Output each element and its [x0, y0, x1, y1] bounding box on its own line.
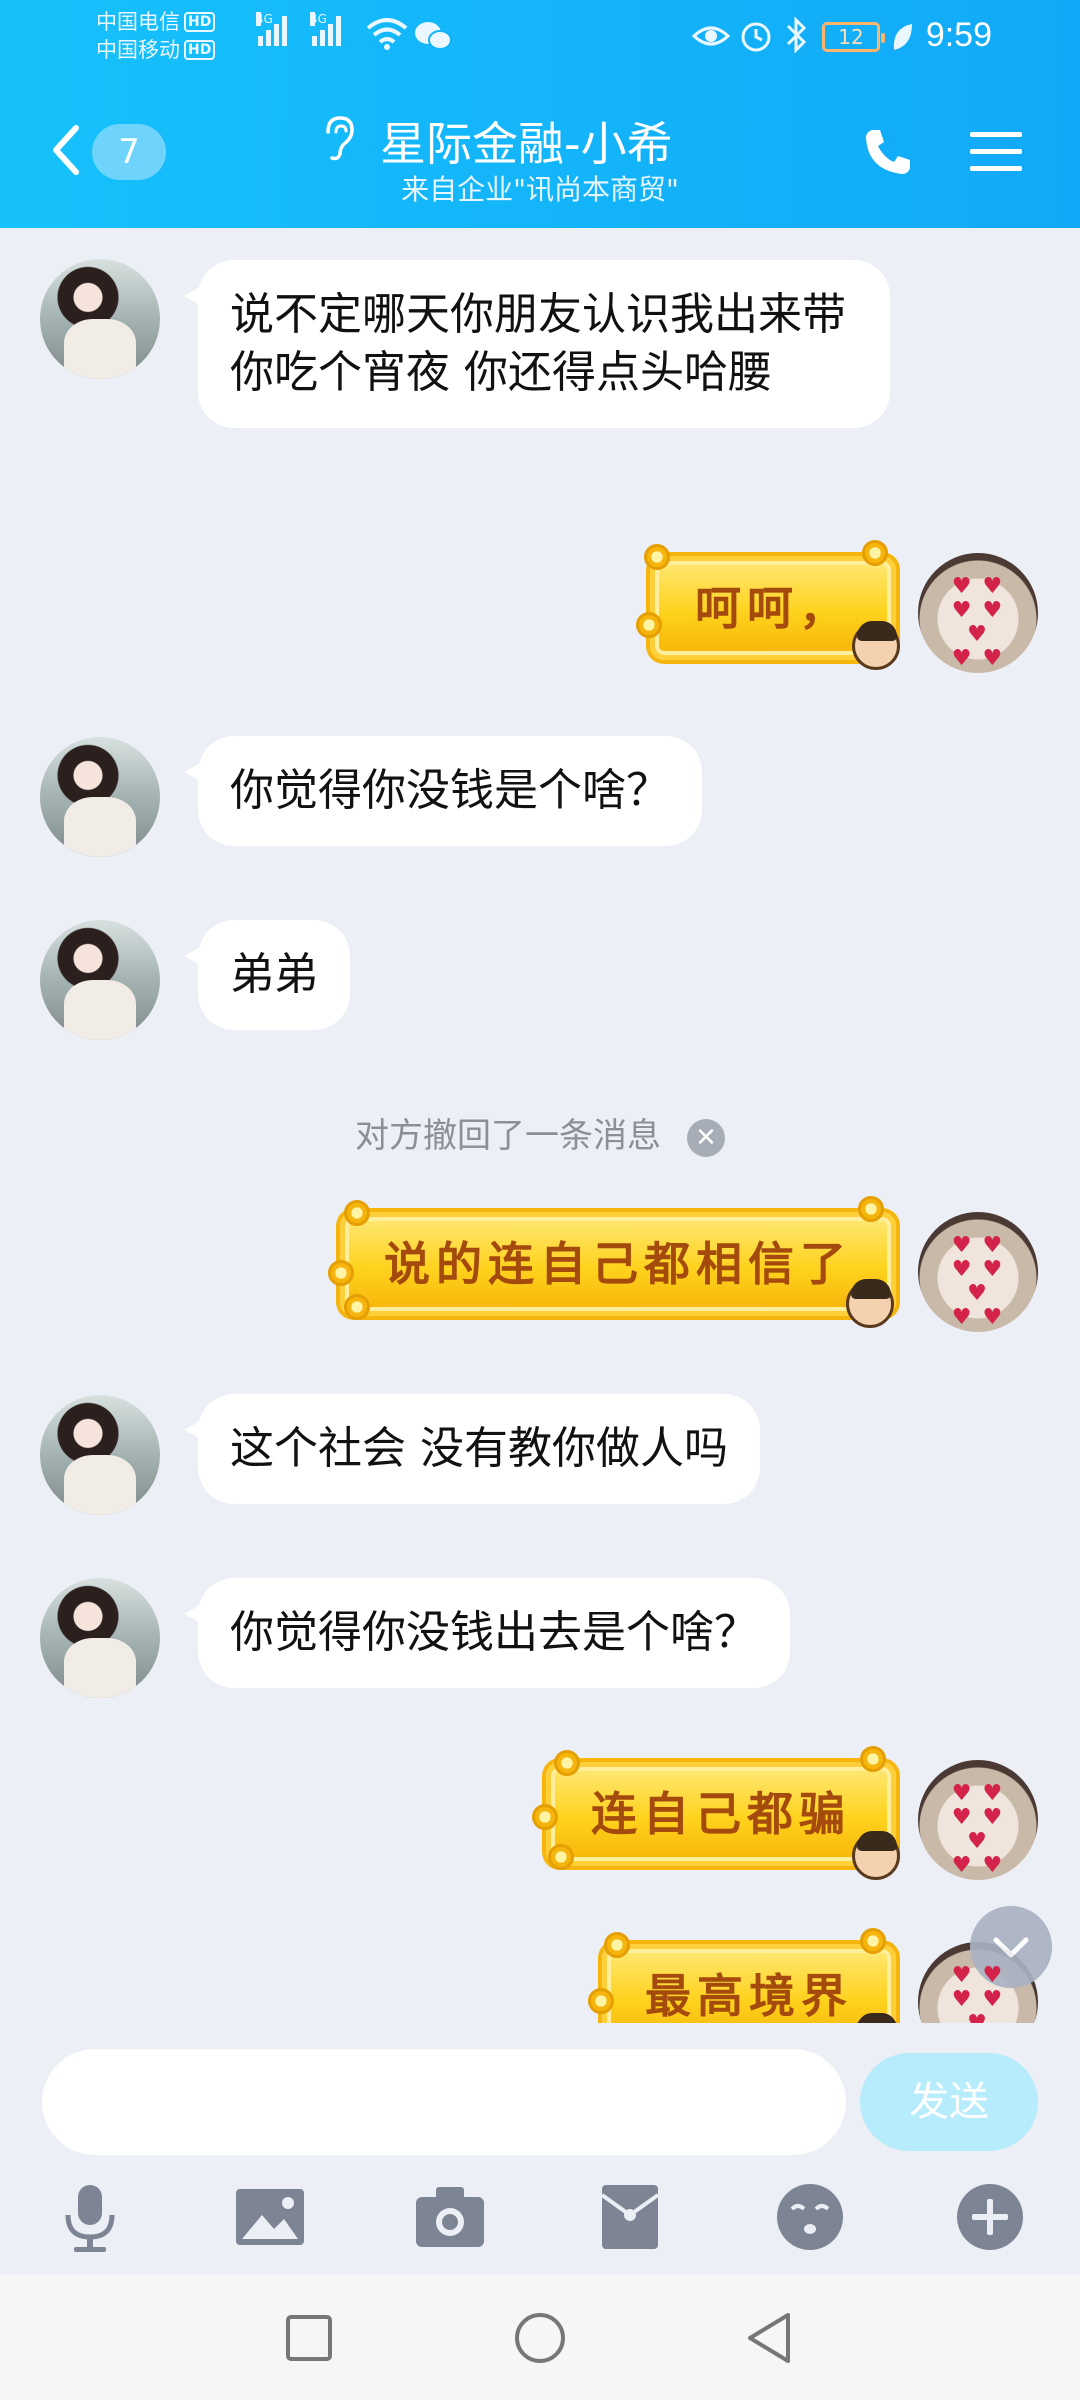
contact-avatar[interactable]	[40, 737, 160, 857]
my-avatar[interactable]: ♥ ♥♥ ♥ ♥♥ ♥	[918, 1760, 1038, 1880]
honeycomb-decoration	[860, 1746, 886, 1772]
honeycomb-decoration	[604, 1932, 630, 1958]
eye-icon	[692, 26, 730, 46]
camera-icon[interactable]	[414, 2181, 486, 2253]
honeycomb-decoration	[644, 544, 670, 570]
carrier-info: 中国电信 HD 中国移动 HD	[96, 8, 216, 64]
hd-badge: HD	[184, 40, 216, 60]
sticker-message[interactable]: 呵呵，	[636, 540, 910, 672]
sticker-message[interactable]: 说的连自己都相信了	[326, 1196, 910, 1338]
carrier-2: 中国移动	[96, 38, 180, 62]
alarm-icon	[741, 22, 771, 52]
network-type: 4G	[256, 12, 273, 26]
sticker-message[interactable]: 连自己都骗	[532, 1746, 912, 1888]
sticker-text: 最高境界	[602, 1944, 896, 2023]
honeycomb-decoration	[858, 1196, 884, 1222]
battery-level: 12	[838, 25, 864, 49]
hearts-decoration: ♥ ♥♥ ♥ ♥♥ ♥	[951, 1781, 1005, 1878]
bluetooth-icon	[786, 16, 807, 54]
sticker-message[interactable]: 最高境界	[588, 1928, 912, 2023]
wifi-icon	[366, 18, 408, 50]
hearts-decoration: ♥ ♥♥ ♥ ♥♥ ♥	[951, 574, 1005, 671]
microphone-icon[interactable]	[54, 2181, 126, 2253]
message-bubble[interactable]: 你觉得你没钱是个啥？	[184, 736, 702, 846]
honeycomb-decoration	[344, 1294, 370, 1320]
contact-avatar[interactable]	[40, 259, 160, 379]
contact-avatar[interactable]	[40, 1395, 160, 1515]
image-icon[interactable]	[234, 2181, 306, 2253]
signal-icon: 4G	[310, 12, 341, 46]
status-bar: 中国电信 HD 中国移动 HD 4G 4G 12 9:59	[0, 0, 1080, 78]
plus-icon[interactable]	[954, 2181, 1026, 2253]
honeycomb-decoration	[862, 540, 888, 566]
input-area: 发送	[0, 2023, 1080, 2275]
send-button[interactable]: 发送	[860, 2053, 1038, 2151]
system-navigation-bar	[0, 2275, 1080, 2400]
sticker-text: 说的连自己都相信了	[340, 1212, 896, 1316]
emoji-icon[interactable]	[774, 2181, 846, 2253]
honeycomb-decoration	[328, 1260, 354, 1286]
my-avatar[interactable]: ♥ ♥♥ ♥ ♥♥ ♥	[918, 1212, 1038, 1332]
chat-title: 星际金融-小希	[380, 117, 673, 171]
honeycomb-decoration	[860, 1928, 886, 1954]
honeycomb-decoration	[344, 1200, 370, 1226]
recall-notice: 对方撤回了一条消息 ✕	[0, 1108, 1080, 1157]
battery-icon: 12	[822, 22, 885, 52]
recall-notice-text: 对方撤回了一条消息	[355, 1116, 661, 1156]
contact-avatar[interactable]	[40, 920, 160, 1040]
honeycomb-decoration	[532, 1804, 558, 1830]
menu-icon[interactable]	[970, 128, 1022, 176]
cartoon-face-icon	[852, 1831, 900, 1880]
hd-badge: HD	[184, 12, 216, 32]
chat-area[interactable]: 说不定哪天你朋友认识我出来带你吃个宵夜 你还得点头哈腰 ♥ ♥ ♥ ♥ ♥ ♥ ♥ …	[0, 228, 1080, 2023]
chat-subtitle: 来自企业"讯尚本商贸"	[401, 173, 679, 206]
recents-icon[interactable]	[274, 2303, 344, 2373]
wechat-icon	[415, 22, 452, 50]
home-icon[interactable]	[505, 2303, 575, 2373]
signal-icon: 4G	[256, 12, 287, 46]
clock: 9:59	[925, 16, 992, 54]
input-toolbar	[0, 2173, 1080, 2263]
message-bubble[interactable]: 这个社会 没有教你做人吗	[184, 1394, 760, 1504]
leaf-icon	[893, 24, 912, 50]
message-bubble[interactable]: 你觉得你没钱出去是个啥？	[184, 1578, 790, 1688]
message-input[interactable]	[42, 2049, 846, 2155]
hearts-decoration: ♥ ♥♥ ♥ ♥♥ ♥	[951, 1963, 1005, 2024]
network-type: 4G	[310, 12, 327, 26]
contact-avatar[interactable]	[40, 1578, 160, 1698]
earpiece-mode-icon[interactable]	[318, 114, 358, 162]
message-bubble[interactable]: 说不定哪天你朋友认识我出来带你吃个宵夜 你还得点头哈腰	[184, 260, 890, 428]
dismiss-notice-icon[interactable]: ✕	[687, 1118, 725, 1157]
honeycomb-decoration	[588, 1988, 614, 2014]
top-bar: 中国电信 HD 中国移动 HD 4G 4G 12 9:59 7 星际金融-小希 …	[0, 0, 1080, 228]
message-bubble[interactable]: 弟弟	[184, 920, 350, 1030]
red-packet-icon[interactable]	[594, 2181, 666, 2253]
chat-header: 7 星际金融-小希 来自企业"讯尚本商贸"	[0, 90, 1080, 220]
back-nav-icon[interactable]	[736, 2303, 806, 2373]
phone-icon[interactable]	[862, 126, 914, 178]
my-avatar[interactable]: ♥ ♥♥ ♥ ♥♥ ♥	[918, 553, 1038, 673]
carrier-1: 中国电信	[96, 10, 180, 34]
honeycomb-decoration	[636, 612, 662, 638]
cartoon-face-icon	[852, 621, 900, 670]
cartoon-face-icon	[846, 1279, 894, 1328]
honeycomb-decoration	[548, 1844, 574, 1870]
hearts-decoration: ♥ ♥♥ ♥ ♥♥ ♥	[951, 1233, 1005, 1330]
sticker-text: 连自己都骗	[546, 1762, 896, 1866]
honeycomb-decoration	[554, 1750, 580, 1776]
